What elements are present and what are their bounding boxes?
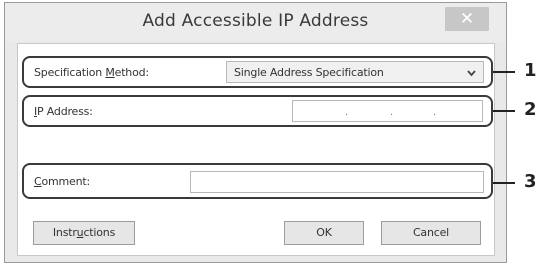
ip-address-label: IP Address:	[34, 105, 93, 118]
cancel-button[interactable]: Cancel	[381, 221, 481, 245]
specification-method-select[interactable]: Single Address Specification	[226, 61, 484, 83]
callout-number-3: 3	[524, 171, 537, 192]
ip-address-field[interactable]: . . .	[292, 100, 483, 122]
specification-method-label: Specification Method:	[34, 66, 149, 79]
dialog-title: Add Accessible IP Address	[142, 11, 369, 31]
ok-button[interactable]: OK	[284, 221, 364, 245]
callout-line-1	[493, 71, 515, 73]
ip-separator: .	[345, 107, 349, 118]
instructions-button[interactable]: Instructions	[33, 221, 135, 245]
callout-number-1: 1	[524, 60, 537, 81]
title-bar: Add Accessible IP Address ✕	[5, 3, 506, 42]
callout-line-2	[493, 110, 515, 112]
close-button[interactable]: ✕	[445, 7, 489, 31]
callout-line-3	[493, 182, 515, 184]
close-icon: ✕	[459, 9, 475, 29]
comment-label: Comment:	[34, 175, 91, 188]
ip-separator: .	[433, 107, 437, 118]
specification-method-value: Single Address Specification	[234, 66, 384, 79]
ip-separator: .	[390, 107, 394, 118]
comment-input[interactable]	[190, 171, 484, 193]
callout-number-2: 2	[524, 99, 537, 120]
chevron-down-icon	[467, 70, 476, 77]
